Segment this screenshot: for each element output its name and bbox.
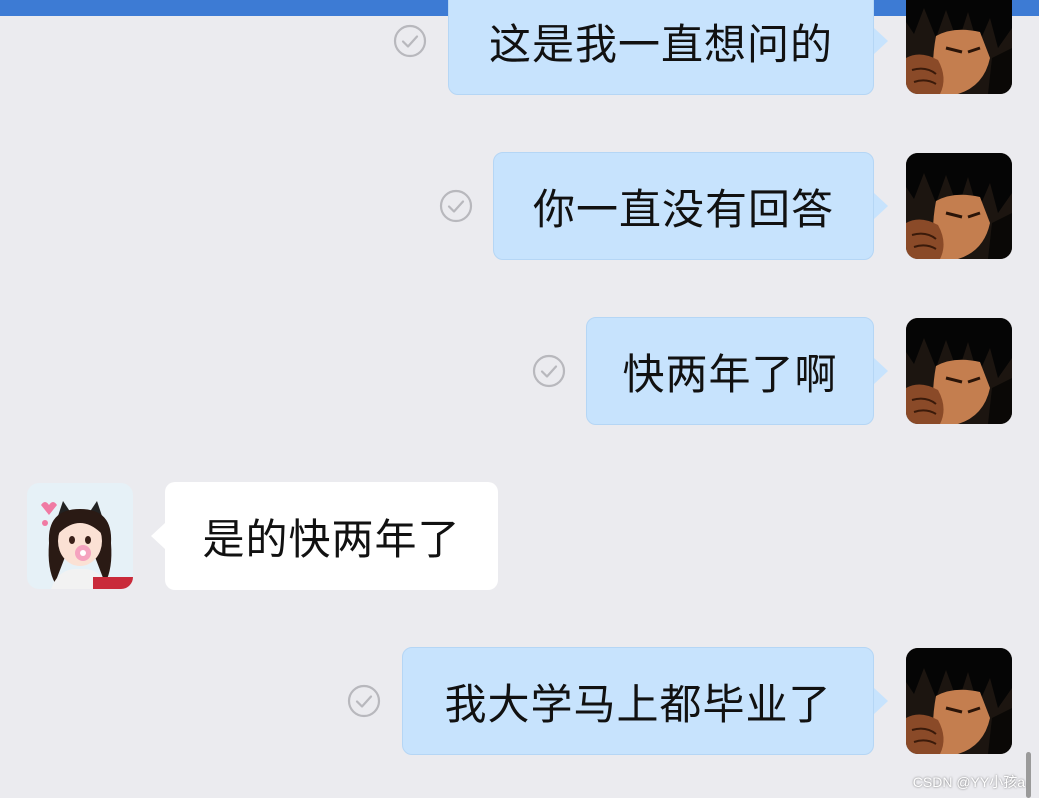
bubble-tail (874, 688, 888, 714)
check-circle-icon (439, 189, 473, 223)
bubble-tail (874, 358, 888, 384)
bubble-tail (151, 523, 165, 549)
bubble-tail (874, 28, 888, 54)
male-anime-avatar-icon[interactable] (906, 153, 1012, 259)
message-bubble-outgoing[interactable]: 你一直没有回答 (493, 152, 874, 260)
message-row: 快两年了啊 (0, 317, 1039, 427)
female-cartoon-avatar-icon[interactable] (27, 483, 133, 589)
message-bubble-outgoing[interactable]: 我大学马上都毕业了 (402, 647, 874, 755)
check-circle-icon (347, 684, 381, 718)
check-circle-icon (532, 354, 566, 388)
message-bubble-outgoing[interactable]: 这是我一直想问的 (448, 0, 874, 95)
male-anime-avatar-icon[interactable] (906, 318, 1012, 424)
male-anime-avatar-icon[interactable] (906, 0, 1012, 94)
message-row: 我大学马上都毕业了 (0, 647, 1039, 757)
message-row: 你一直没有回答 (0, 152, 1039, 262)
message-row: 是的快两年了 (0, 482, 1039, 592)
bubble-tail (874, 193, 888, 219)
message-row: 这是我一直想问的 (0, 0, 1039, 97)
message-bubble-incoming[interactable]: 是的快两年了 (165, 482, 498, 590)
male-anime-avatar-icon[interactable] (906, 648, 1012, 754)
watermark: CSDN @YY小孩a (912, 774, 1025, 790)
scrollbar[interactable] (1026, 752, 1031, 798)
check-circle-icon (393, 24, 427, 58)
message-bubble-outgoing[interactable]: 快两年了啊 (586, 317, 874, 425)
